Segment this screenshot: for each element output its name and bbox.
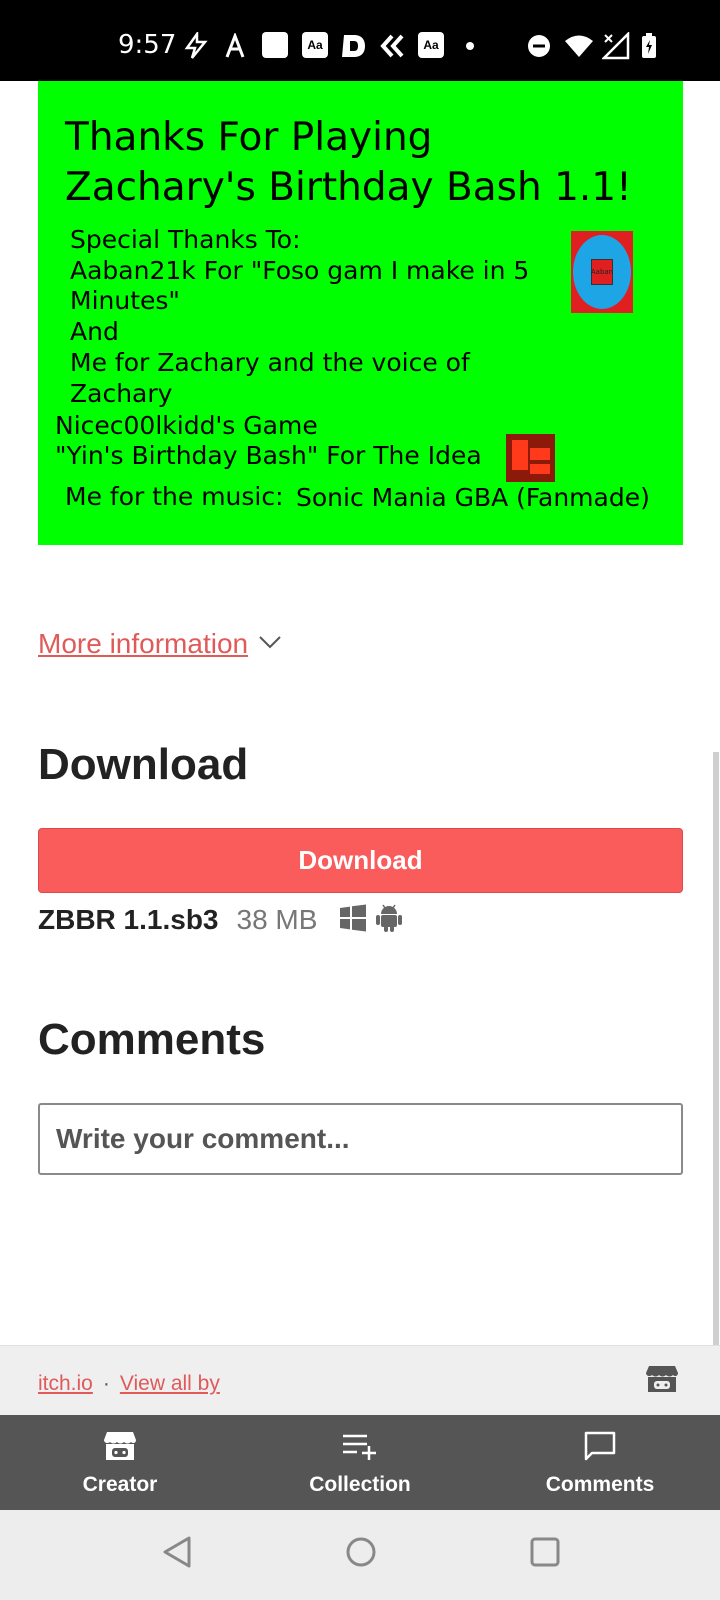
credits-image: Thanks For Playing Zachary's Birthday Ba…: [38, 81, 683, 545]
battery-charging-icon: [640, 32, 658, 60]
status-time: 9:57: [118, 30, 177, 60]
no-signal-icon: [602, 32, 630, 60]
system-navigation-bar: [0, 1510, 720, 1600]
aaban-thumbnail-label: Aaban: [591, 259, 613, 285]
footer-separator: ·: [102, 1372, 110, 1395]
footer-links: itch.io · View all by: [38, 1372, 220, 1396]
footer-itchio-link[interactable]: itch.io: [38, 1372, 93, 1396]
recents-icon[interactable]: [528, 1534, 562, 1575]
font-aa-icon: Aa: [418, 32, 444, 58]
yin-thumbnail: [506, 434, 555, 482]
credits-title-line-1: Thanks For Playing: [65, 115, 433, 160]
d-logo-icon: [340, 32, 368, 60]
comment-input[interactable]: [38, 1103, 683, 1175]
nav-comments-label: Comments: [545, 1473, 655, 1496]
credits-title-line-2: Zachary's Birthday Bash 1.1!: [65, 165, 632, 210]
nav-collection-label: Collection: [309, 1473, 411, 1496]
home-icon[interactable]: [344, 1534, 378, 1575]
credits-line: "Yin's Birthday Bash" For The Idea: [55, 441, 482, 470]
storefront-icon: [103, 1430, 137, 1467]
comment-icon: [583, 1430, 617, 1467]
windows-icon: [339, 904, 367, 937]
font-aa-icon: Aa: [302, 32, 328, 58]
flash-icon: [183, 32, 209, 60]
more-information-link[interactable]: More information: [38, 628, 248, 660]
back-icon[interactable]: [160, 1534, 194, 1575]
credits-line: Aaban21k For "Foso gam I make in 5: [70, 256, 530, 285]
page-footer: itch.io · View all by: [0, 1345, 720, 1415]
credits-music-title: Sonic Mania GBA (Fanmade): [296, 483, 650, 512]
font-a-icon: [224, 32, 246, 60]
nav-collection[interactable]: Collection: [240, 1415, 480, 1510]
itchio-logo-icon[interactable]: [645, 1364, 679, 1399]
dot-icon: [465, 32, 475, 60]
file-size: 38 MB: [236, 904, 318, 935]
double-chevron-icon: [378, 32, 406, 60]
bottom-navigation: Creator Collection Comments: [0, 1415, 720, 1510]
credits-line: Minutes": [70, 286, 180, 315]
footer-view-all-link[interactable]: View all by: [120, 1372, 220, 1396]
aaban-thumbnail: Aaban: [571, 231, 633, 313]
more-information-toggle[interactable]: More information: [38, 628, 282, 660]
download-button[interactable]: Download: [38, 828, 683, 893]
credits-line: Me for Zachary and the voice of: [70, 348, 470, 377]
platform-icons: [339, 903, 403, 938]
white-square-icon: [262, 32, 288, 58]
status-bar: 9:57 Aa Aa: [0, 0, 720, 81]
playlist-add-icon: [341, 1430, 379, 1467]
credits-line: Nicec00lkidd's Game: [55, 411, 318, 440]
wifi-icon: [564, 32, 594, 60]
chevron-down-icon: [258, 634, 282, 655]
credits-line: Zachary: [70, 379, 173, 408]
nav-comments[interactable]: Comments: [480, 1415, 720, 1510]
android-icon: [375, 903, 403, 938]
credits-line: And: [70, 317, 119, 346]
scrollbar[interactable]: [713, 752, 719, 1442]
credits-line: Special Thanks To:: [70, 225, 301, 254]
nav-creator[interactable]: Creator: [0, 1415, 240, 1510]
file-name: ZBBR 1.1.sb3: [38, 904, 219, 935]
credits-line: Me for the music:: [65, 482, 284, 511]
upload-row: ZBBR 1.1.sb3 38 MB: [38, 900, 403, 940]
download-heading: Download: [38, 740, 249, 789]
comments-heading: Comments: [38, 1015, 266, 1064]
nav-creator-label: Creator: [82, 1473, 158, 1496]
do-not-disturb-icon: [527, 32, 551, 60]
